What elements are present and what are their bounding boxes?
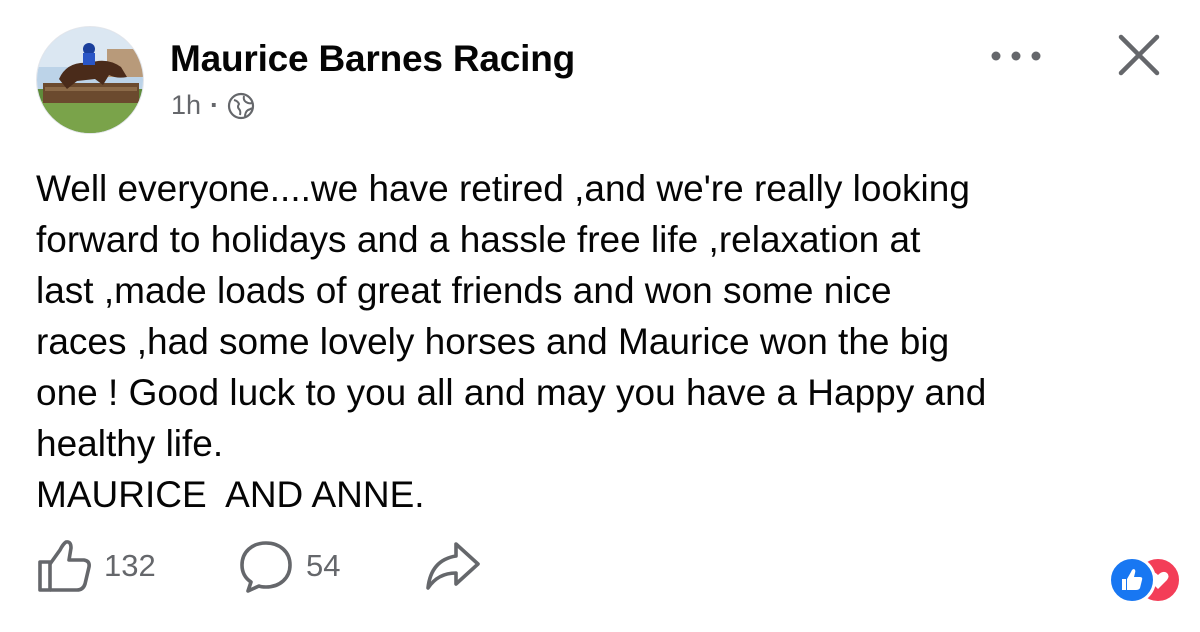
post-text-line: last ,made loads of great friends and wo… (36, 270, 892, 311)
post-header: Maurice Barnes Racing 1h · (36, 26, 1176, 136)
post-text-line: races ,had some lovely horses and Mauric… (36, 321, 950, 362)
close-icon (1118, 34, 1160, 76)
action-bar: 132 54 (36, 538, 1182, 604)
post-text-line: Well everyone....we have retired ,and we… (36, 168, 970, 209)
share-arrow-icon (426, 542, 480, 590)
post-text-line: MAURICE AND ANNE. (36, 474, 425, 515)
share-button[interactable] (422, 538, 482, 594)
post-text-line: forward to holidays and a hassle free li… (36, 219, 921, 260)
like-reaction-icon (1108, 556, 1156, 604)
author-name[interactable]: Maurice Barnes Racing (170, 38, 575, 80)
reactions-summary[interactable] (1106, 556, 1200, 608)
more-options-icon (991, 51, 1041, 61)
globe-icon[interactable] (227, 92, 255, 120)
comment-count: 54 (306, 548, 341, 583)
like-count: 132 (104, 548, 156, 583)
post-body: Well everyone....we have retired ,and we… (36, 163, 1166, 520)
meta-separator: · (210, 90, 220, 120)
post-meta: 1h · (171, 90, 255, 121)
close-button[interactable] (1114, 30, 1164, 80)
more-options-button[interactable] (988, 38, 1044, 74)
comment-button[interactable]: 54 (238, 538, 340, 594)
post-text-line: one ! Good luck to you all and may you h… (36, 372, 987, 413)
like-button[interactable]: 132 (36, 538, 156, 594)
post-time[interactable]: 1h (171, 90, 201, 121)
thumbs-up-icon (38, 540, 91, 592)
post-text-line: healthy life. (36, 423, 224, 464)
avatar[interactable] (36, 26, 144, 134)
comment-bubble-icon (240, 541, 292, 593)
